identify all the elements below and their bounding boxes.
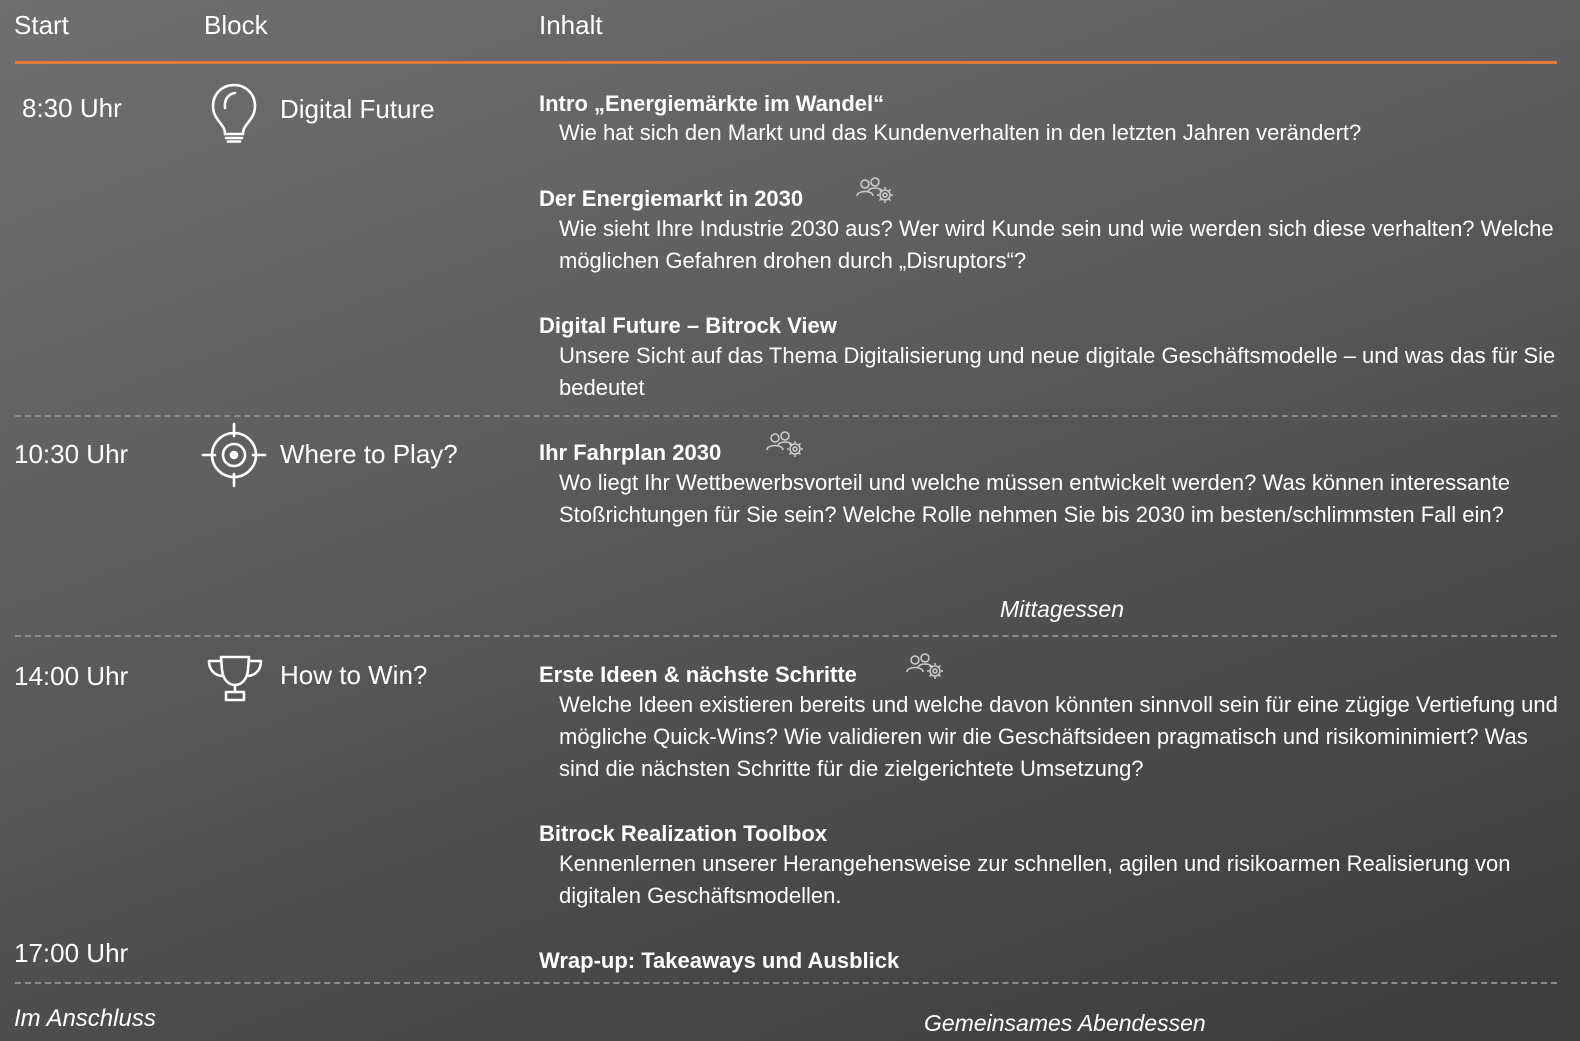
item-description: Wie hat sich den Markt und das Kundenver… xyxy=(559,120,1362,145)
item-description: Welche Ideen existieren bereits und welc… xyxy=(559,692,1558,781)
row-time: 17:00 Uhr xyxy=(14,938,129,968)
break-label: Mittagessen xyxy=(1000,596,1125,622)
item-description: Kennenlernen unserer Herangehensweise zu… xyxy=(559,851,1511,908)
item-title: Bitrock Realization Toolbox xyxy=(539,821,828,846)
trophy-icon xyxy=(206,654,264,704)
header-start: Start xyxy=(14,10,69,40)
item-title: Erste Ideen & nächste Schritte xyxy=(539,662,857,687)
header-divider xyxy=(15,61,1557,64)
block-label: How to Win? xyxy=(280,660,428,690)
item-title: Wrap-up: Takeaways und Ausblick xyxy=(539,948,900,973)
team-settings-icon xyxy=(853,176,897,206)
lightbulb-icon xyxy=(209,82,259,144)
item-description: Wo liegt Ihr Wettbewerbsvorteil und welc… xyxy=(559,470,1510,527)
item-title: Ihr Fahrplan 2030 xyxy=(539,440,722,465)
item-description: Unsere Sicht auf das Thema Digitalisieru… xyxy=(559,343,1556,400)
closing-event: Gemeinsames Abendessen xyxy=(924,1010,1206,1036)
closing-label: Im Anschluss xyxy=(14,1005,156,1032)
header-content: Inhalt xyxy=(539,10,603,40)
header-block: Block xyxy=(204,10,268,40)
row-time: 8:30 Uhr xyxy=(22,93,122,123)
item-title: Der Energiemarkt in 2030 xyxy=(539,186,804,211)
row-divider xyxy=(15,635,1557,637)
block-label: Digital Future xyxy=(280,94,435,124)
item-title: Intro „Energiemärkte im Wandel“ xyxy=(539,91,885,116)
block-label: Where to Play? xyxy=(280,439,458,469)
row-divider xyxy=(15,415,1557,417)
team-settings-icon xyxy=(903,652,947,682)
team-settings-icon xyxy=(763,430,807,460)
row-time: 14:00 Uhr xyxy=(14,661,129,691)
row-divider xyxy=(15,982,1557,984)
row-time: 10:30 Uhr xyxy=(14,439,129,469)
target-icon xyxy=(201,422,267,488)
item-title: Digital Future – Bitrock View xyxy=(539,313,837,338)
item-description: Wie sieht Ihre Industrie 2030 aus? Wer w… xyxy=(559,216,1554,273)
